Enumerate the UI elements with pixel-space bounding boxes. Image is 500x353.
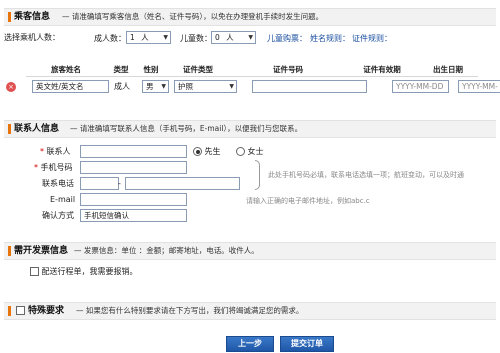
contact-name-input[interactable] (80, 145, 187, 158)
itinerary-checkbox-option[interactable]: 配送行程单，我需要报销。 (30, 266, 138, 278)
col-expiry: 证件有效期 (346, 62, 418, 77)
chevron-down-icon: ▼ (248, 34, 253, 41)
passenger-section-desc: — 请准确填写乘客信息（姓名、证件号码），以免在办理登机手续时发生问题。 (62, 12, 324, 21)
phone-dash: - (118, 179, 121, 188)
col-type: 类型 (106, 62, 136, 77)
contact-section-title: 联系人信息 (14, 124, 60, 134)
radio-ms[interactable] (236, 147, 245, 156)
gender-select[interactable]: 男 ▼ (142, 80, 169, 93)
child-count-select[interactable]: 0 人 ▼ (211, 31, 256, 44)
mobile-label: * 手机号码 (34, 163, 73, 172)
invoice-section-desc: — 发票信息：单位 ：金额；邮寄地址，电话。收件人。 (74, 246, 259, 255)
invoice-section-title: 需开发票信息 (14, 246, 69, 256)
birth-date-input[interactable]: YYYY-MM- (458, 80, 500, 93)
radio-mr[interactable] (193, 147, 202, 156)
chevron-down-icon: ▼ (161, 83, 166, 90)
contact-section-desc: — 请准确填写联系人信息（手机号码，E-mail），以便我们与您联系。 (70, 124, 303, 133)
mobile-input[interactable] (80, 161, 187, 174)
id-expiry-input[interactable]: YYYY-MM-DD (392, 80, 449, 93)
special-section-header: 特殊要求 — 如果您有什么特别要求请在下方写出，我们将竭诚满足您的需求。 (4, 302, 496, 320)
special-checkbox[interactable] (16, 306, 25, 315)
submit-order-button[interactable]: 提交订单 (280, 336, 334, 352)
passenger-table: 旅客姓名 类型 性别 证件类型 证件号码 证件有效期 出生日期 (26, 62, 478, 77)
chevron-down-icon: ▼ (163, 34, 168, 41)
child-ticket-link[interactable]: 儿童购票： (267, 33, 307, 45)
delete-passenger-icon[interactable]: × (6, 82, 16, 92)
passenger-type: 成人 (114, 82, 130, 91)
phone-number-input[interactable] (125, 177, 240, 190)
phone-note: 此处手机号码必填，联系电话选填一项；航班变动，可以及时通 (268, 171, 464, 179)
itinerary-checkbox[interactable] (30, 267, 39, 276)
prev-step-button[interactable]: 上一步 (226, 336, 274, 352)
name-rules-link[interactable]: 姓名规则： (310, 33, 350, 45)
phone-area-input[interactable] (80, 177, 119, 190)
col-id-number: 证件号码 (230, 62, 346, 77)
contact-section-header: 联系人信息 — 请准确填写联系人信息（手机号码，E-mail），以便我们与您联系… (4, 120, 496, 138)
id-type-select[interactable]: 护照 ▼ (174, 80, 237, 93)
id-number-input[interactable] (252, 80, 367, 93)
adult-count-label: 成人数： (94, 34, 126, 43)
special-section-desc: — 如果您有什么特别要求请在下方写出，我们将竭诚满足您的需求。 (76, 306, 304, 315)
adult-count-select[interactable]: 1 人 ▼ (126, 31, 171, 44)
passenger-section-header: 乘客信息 — 请准确填写乘客信息（姓名、证件号码），以免在办理登机手续时发生问题… (4, 8, 496, 26)
email-input[interactable] (80, 193, 187, 206)
id-rules-link[interactable]: 证件规则： (352, 33, 392, 45)
col-name: 旅客姓名 (26, 62, 106, 77)
passenger-section-title: 乘客信息 (14, 12, 51, 22)
col-id-type: 证件类型 (166, 62, 230, 77)
section-marker (8, 246, 11, 256)
contact-name-label: * 联系人 (40, 147, 71, 156)
section-marker (8, 124, 11, 134)
email-label: E-mail (50, 195, 76, 204)
email-note: 请输入正确的电子邮件地址，例如abc.c (246, 197, 370, 205)
passenger-name-input[interactable]: 英文姓/英文名 (32, 80, 109, 93)
gender-ms-option[interactable]: 女士 (236, 146, 264, 158)
col-gender: 性别 (136, 62, 166, 77)
section-marker (8, 306, 11, 316)
phone-label: 联系电话 (42, 179, 74, 188)
confirm-method-label: 确认方式 (42, 211, 74, 220)
confirm-method-input[interactable]: 手机短信确认 (80, 209, 187, 222)
chevron-down-icon: ▼ (229, 83, 234, 90)
gender-mr-option[interactable]: 先生 (193, 146, 221, 158)
col-birth: 出生日期 (418, 62, 478, 77)
table-header-row: 旅客姓名 类型 性别 证件类型 证件号码 证件有效期 出生日期 (26, 62, 478, 77)
brace-decoration (255, 160, 260, 190)
child-count-label: 儿童数： (180, 34, 212, 43)
invoice-section-header: 需开发票信息 — 发票信息：单位 ：金额；邮寄地址，电话。收件人。 (4, 242, 496, 260)
section-marker (8, 12, 11, 22)
special-section-title: 特殊要求 (28, 306, 65, 316)
select-count-label: 选择乘机人数： (4, 33, 60, 42)
